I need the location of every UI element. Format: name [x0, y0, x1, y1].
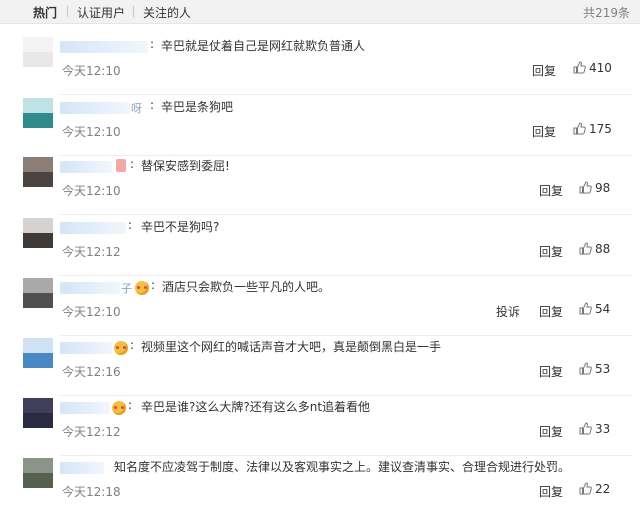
thumbs-up-icon	[579, 302, 592, 315]
like-count: 98	[595, 181, 611, 195]
like-button[interactable]: 98	[579, 181, 610, 195]
reply-button[interactable]: 回复	[539, 483, 563, 500]
comment-text: 知名度不应凌驾于制度、法律以及客观事实之上。建议查清事实、合理合规进行处罚。	[114, 460, 571, 474]
comment-text: 辛巴是谁?这么大牌?还有这么多nt追着看他	[141, 400, 371, 414]
comment-text: 酒店只会欺负一些平凡的人吧。	[162, 280, 331, 294]
divider	[60, 155, 632, 156]
comment-item: 子 : 酒店只会欺负一些平凡的人吧。 今天12:10 投诉 回复 54	[0, 278, 640, 337]
comment-time: 今天12:16	[62, 365, 121, 379]
thumbs-up-icon	[579, 482, 592, 495]
divider	[60, 395, 632, 396]
comment-item: : 辛巴不是狗吗? 今天12:12 回复 88	[0, 218, 640, 277]
divider	[60, 214, 632, 215]
comment-text: 替保安感到委屈!	[141, 159, 230, 173]
like-count: 88	[595, 242, 611, 256]
nickname-link[interactable]	[60, 462, 104, 474]
comment-time: 今天12:12	[62, 425, 121, 439]
nickname-tail: 呀	[131, 102, 142, 115]
nickname-tail: 子	[121, 282, 132, 295]
reply-button[interactable]: 回复	[539, 363, 563, 380]
nickname-link[interactable]	[60, 222, 126, 234]
tab-following[interactable]: 关注的人	[143, 4, 191, 21]
user-badge-icon	[116, 159, 126, 172]
comment-text: 辛巴不是狗吗?	[141, 220, 220, 234]
nickname-link[interactable]	[60, 282, 120, 294]
like-button[interactable]: 33	[579, 422, 610, 436]
nickname-link[interactable]	[60, 161, 112, 173]
thumbs-up-icon	[579, 422, 592, 435]
thumbs-up-icon	[579, 181, 592, 194]
avatar[interactable]	[23, 37, 53, 67]
divider	[60, 455, 632, 456]
comment-text: 辛巴就是仗着自己是网红就欺负普通人	[161, 39, 366, 53]
avatar[interactable]	[23, 458, 53, 488]
comment-time: 今天12:18	[62, 485, 121, 499]
tab-hot[interactable]: 热门	[33, 4, 57, 21]
comment-text: 辛巴是条狗吧	[161, 100, 234, 114]
comment-item: 知名度不应凌驾于制度、法律以及客观事实之上。建议查清事实、合理合规进行处罚。 今…	[0, 458, 640, 517]
thumbs-up-icon	[579, 242, 592, 255]
nickname-link[interactable]	[60, 402, 110, 414]
like-count: 410	[589, 61, 612, 75]
like-button[interactable]: 88	[579, 242, 610, 256]
avatar[interactable]	[23, 278, 53, 308]
like-button[interactable]: 54	[579, 302, 610, 316]
tab-verified-users[interactable]: 认证用户	[77, 4, 125, 21]
tab-divider	[133, 6, 134, 17]
comment-text: 视频里这个网红的喊话声音才大吧，真是颠倒黑白是一手	[141, 340, 442, 354]
avatar[interactable]	[23, 157, 53, 187]
comment-time: 今天12:10	[62, 184, 121, 198]
avatar[interactable]	[23, 338, 53, 368]
like-button[interactable]: 53	[579, 362, 610, 376]
tab-divider	[67, 6, 68, 17]
avatar[interactable]	[23, 98, 53, 128]
like-button[interactable]: 175	[573, 122, 612, 136]
nickname-link[interactable]	[60, 41, 148, 53]
avatar[interactable]	[23, 218, 53, 248]
thumbs-up-icon	[579, 362, 592, 375]
comment-total-count: 共219条	[583, 6, 630, 20]
report-button[interactable]: 投诉	[496, 303, 520, 320]
comment-item: : 视频里这个网红的喊话声音才大吧，真是颠倒黑白是一手 今天12:16 回复 5…	[0, 338, 640, 397]
emoji-icon	[114, 341, 128, 355]
comment-time: 今天12:10	[62, 64, 121, 78]
reply-button[interactable]: 回复	[532, 123, 556, 140]
like-button[interactable]: 22	[579, 482, 610, 496]
divider	[60, 335, 632, 336]
like-count: 54	[595, 302, 611, 316]
emoji-icon	[112, 401, 126, 415]
nickname-link[interactable]	[60, 342, 112, 354]
thumbs-up-icon	[573, 61, 586, 74]
like-count: 22	[595, 482, 611, 496]
comment-item: 呀 : 辛巴是条狗吧 今天12:10 回复 175	[0, 98, 640, 157]
comment-time: 今天12:12	[62, 245, 121, 259]
like-count: 33	[595, 422, 611, 436]
reply-button[interactable]: 回复	[539, 243, 563, 260]
reply-button[interactable]: 回复	[532, 62, 556, 79]
emoji-icon	[135, 281, 149, 295]
comment-item: : 辛巴就是仗着自己是网红就欺负普通人 今天12:10 回复 410	[0, 37, 640, 96]
comment-time: 今天12:10	[62, 125, 121, 139]
divider	[60, 94, 632, 95]
comment-item: : 替保安感到委屈! 今天12:10 回复 98	[0, 157, 640, 216]
comment-time: 今天12:10	[62, 305, 121, 319]
comment-item: : 辛巴是谁?这么大牌?还有这么多nt追着看他 今天12:12 回复 33	[0, 398, 640, 457]
avatar[interactable]	[23, 398, 53, 428]
like-button[interactable]: 410	[573, 61, 612, 75]
reply-button[interactable]: 回复	[539, 423, 563, 440]
comment-tab-bar: 热门 认证用户 关注的人 共219条	[0, 0, 640, 24]
divider	[60, 275, 632, 276]
reply-button[interactable]: 回复	[539, 303, 563, 320]
nickname-link[interactable]	[60, 102, 130, 114]
thumbs-up-icon	[573, 122, 586, 135]
like-count: 53	[595, 362, 611, 376]
reply-button[interactable]: 回复	[539, 182, 563, 199]
like-count: 175	[589, 122, 612, 136]
